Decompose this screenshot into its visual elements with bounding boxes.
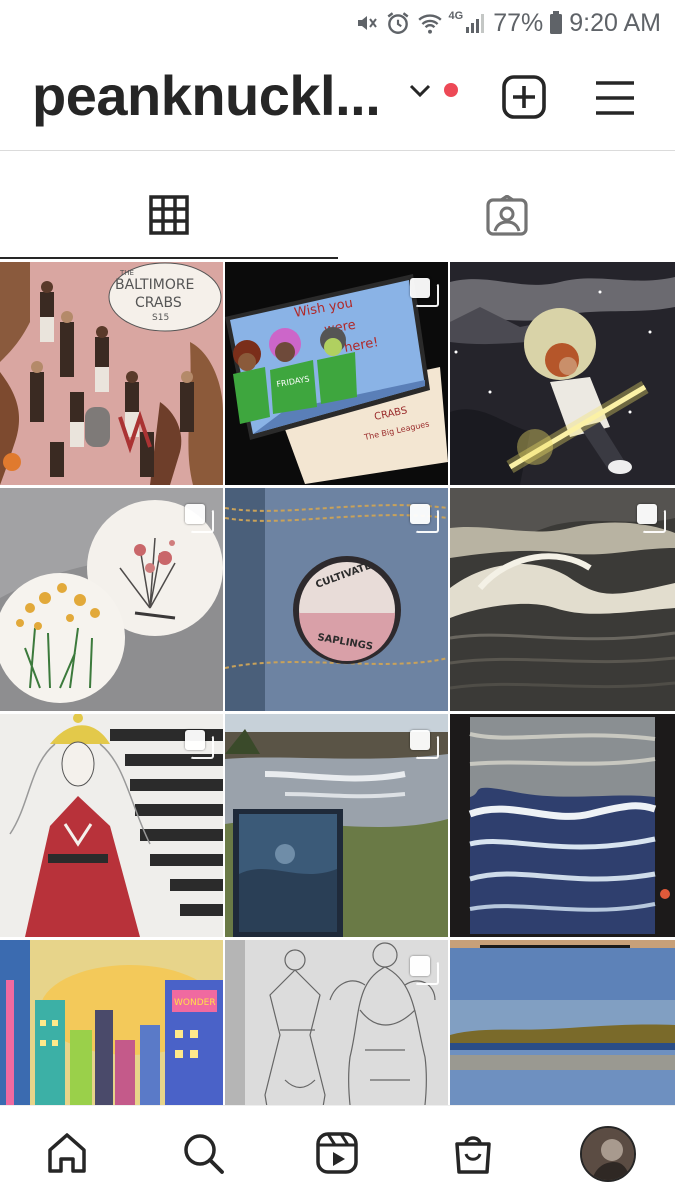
header-divider xyxy=(0,150,675,151)
post-text: S15 xyxy=(152,313,169,323)
signal-icon xyxy=(466,14,485,33)
post-tile[interactable] xyxy=(0,714,223,937)
avatar-image xyxy=(582,1128,634,1180)
nav-shop[interactable] xyxy=(448,1128,498,1178)
new-post-icon[interactable] xyxy=(501,74,547,120)
nav-search[interactable] xyxy=(178,1128,228,1178)
menu-icon[interactable] xyxy=(594,78,636,118)
profile-header: peanknuckl... xyxy=(0,46,675,150)
username-switcher[interactable]: peanknuckl... xyxy=(32,56,381,136)
nav-reels[interactable] xyxy=(312,1128,362,1178)
bottom-nav xyxy=(0,1105,675,1200)
multi-post-icon xyxy=(410,956,439,985)
mute-icon xyxy=(357,16,377,30)
battery-icon xyxy=(550,11,563,34)
wifi-icon xyxy=(417,14,442,34)
network-type: 4G xyxy=(448,10,464,22)
posts-grid: THE BALTIMORE CRABS S15 CRABS The Big Le… xyxy=(0,262,675,1163)
post-text: CRABS xyxy=(135,295,182,311)
battery-percent: 77% xyxy=(493,8,544,37)
post-tile[interactable] xyxy=(0,488,223,711)
grid-icon xyxy=(148,195,189,235)
multi-post-icon xyxy=(637,504,666,533)
status-icons: 4G 77% 9:20 AM xyxy=(355,6,661,40)
post-moon-warrior-image xyxy=(450,262,675,485)
post-text: WONDER xyxy=(174,998,216,1008)
notification-dot xyxy=(444,83,458,97)
post-tile[interactable]: THE BALTIMORE CRABS S15 xyxy=(0,262,223,485)
post-text: BALTIMORE xyxy=(115,277,194,293)
status-bar: 4G 77% 9:20 AM xyxy=(0,0,675,46)
multi-post-icon xyxy=(410,504,439,533)
post-blue-sea-painting-image xyxy=(450,714,675,937)
tab-tagged[interactable] xyxy=(338,175,675,260)
post-text: THE xyxy=(119,269,134,277)
multi-post-icon xyxy=(185,730,214,759)
tab-grid[interactable] xyxy=(0,175,337,260)
profile-tabs xyxy=(0,175,675,260)
home-icon xyxy=(48,1133,86,1173)
tab-indicator xyxy=(0,257,338,259)
post-tile[interactable] xyxy=(450,488,675,711)
nav-home[interactable] xyxy=(42,1128,92,1178)
chevron-down-icon[interactable] xyxy=(409,83,431,99)
post-tile[interactable] xyxy=(450,714,675,937)
multi-post-icon xyxy=(410,278,439,307)
search-icon xyxy=(184,1134,224,1174)
clock: 9:20 AM xyxy=(569,8,661,37)
post-tile[interactable] xyxy=(450,262,675,485)
reels-icon xyxy=(316,1132,358,1174)
multi-post-icon xyxy=(410,730,439,759)
multi-post-icon xyxy=(185,504,214,533)
tagged-icon xyxy=(485,195,528,236)
shop-icon xyxy=(455,1136,491,1174)
post-baltimore-crabs-image: THE BALTIMORE CRABS S15 xyxy=(0,262,223,485)
alarm-icon xyxy=(387,12,408,34)
post-tile[interactable] xyxy=(225,714,448,937)
profile-avatar[interactable] xyxy=(580,1126,636,1182)
post-tile[interactable]: CRABS The Big Leagues Wish you were here… xyxy=(225,262,448,485)
post-tile[interactable]: CULTIVATE SAPLINGS xyxy=(225,488,448,711)
